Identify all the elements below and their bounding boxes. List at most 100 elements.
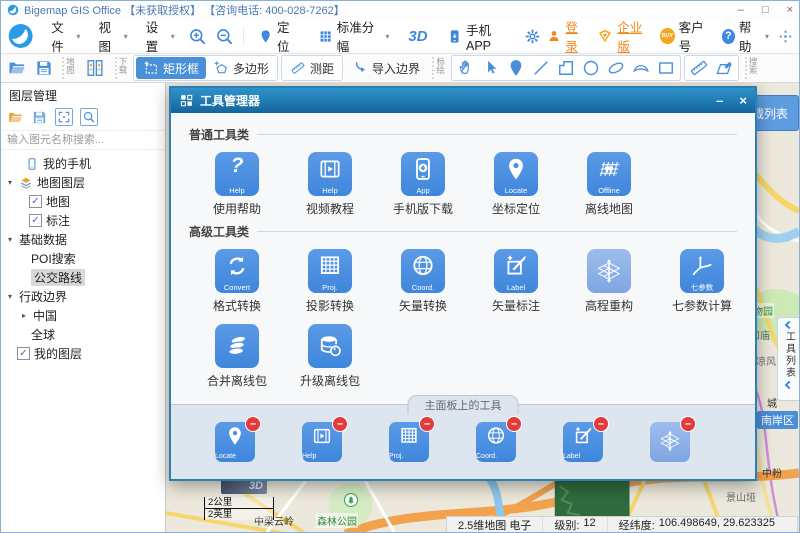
app-logo-icon [7,4,19,16]
line-tool-button[interactable] [529,56,553,80]
layer-search-input[interactable] [1,130,165,150]
panel-tool-video-help[interactable]: – Help [302,422,342,462]
menu-settings[interactable]: 设置▾ [139,17,182,55]
tool-vector-label[interactable]: Label 矢量标注 [484,249,548,314]
tool-elevation-rebuild[interactable]: 高程重构 [577,249,641,314]
tool-coordinate-locate[interactable]: Locate 坐标定位 [484,152,548,217]
label-edit-icon [572,425,594,447]
tree-item-my-phone[interactable]: 我的手机 [1,154,165,173]
chevron-left-icon [784,321,792,329]
import-boundary-button[interactable]: 导入边界 [346,57,426,79]
tree-item-poi-search[interactable]: POI搜索 [1,249,165,268]
pan-crosshair-icon[interactable] [778,28,793,45]
help-menu[interactable]: 帮助 [739,17,761,55]
add-folder-icon[interactable] [7,109,24,126]
checkbox-checked[interactable]: ✓ [29,195,42,208]
tool-vector-convert[interactable]: Coord. 矢量转换 [391,249,455,314]
tool-list-side-tab[interactable]: 工具列表 [777,317,799,401]
tree-item-bus-routes[interactable]: 公交路线 [1,268,165,287]
panel-tool-coordinate[interactable]: – Coord. [476,422,516,462]
app-logo-large-icon [7,21,34,51]
tree-item-map[interactable]: ✓ 地图 [1,192,165,211]
tree-item-my-layers[interactable]: ✓ 我的图层 [1,344,165,363]
help-icon: ?Help [215,152,259,196]
tree-item-annotation[interactable]: ✓ 标注 [1,211,165,230]
select-tool-button[interactable] [479,56,503,80]
measure-button[interactable]: 测距 [284,57,340,79]
remove-tool-button[interactable]: – [594,417,608,431]
tool-mobile-download[interactable]: App 手机版下载 [391,152,455,217]
tree-expanded-icon[interactable]: ▾ [5,292,15,301]
measure-tool-button[interactable] [687,56,711,80]
edit-shape-button[interactable] [712,56,736,80]
tool-upgrade-offline-pack[interactable]: 升级离线包 [298,324,362,389]
rect-frame-button[interactable]: 矩形框 [136,57,206,79]
panel-tool-label[interactable]: – Label [563,422,603,462]
remove-tool-button[interactable]: – [333,417,347,431]
three-d-button[interactable]: 3D [400,28,435,45]
tool-video-tutorial[interactable]: Help 视频教程 [298,152,362,217]
panel-tool-locate[interactable]: – Locate [215,422,255,462]
search-layers-button[interactable] [80,108,98,126]
pan-tool-button[interactable] [454,56,478,80]
curve-icon [631,58,651,78]
curve-tool-button[interactable] [629,56,653,80]
map-windows-button[interactable] [81,55,109,81]
checkbox-checked[interactable]: ✓ [29,214,42,227]
tree-item-map-layers[interactable]: ▾ 地图图层 [1,173,165,192]
tree-collapsed-icon[interactable]: ▸ [19,311,29,320]
polyline-tool-button[interactable] [554,56,578,80]
map-pin-icon [506,58,526,78]
polygon-button[interactable]: 多边形 [207,57,275,79]
standard-sheet-button[interactable]: 标准分幅▾ [311,17,397,55]
open-project-button[interactable] [5,56,29,80]
menu-bar: 文件▾ 视图▾ 设置▾ 定位 标准分幅▾ 3D 手机APP 登录 企业版 BUY… [1,19,799,53]
marker-tool-button[interactable] [504,56,528,80]
tool-projection-convert[interactable]: Proj. 投影转换 [298,249,362,314]
remove-tool-button[interactable]: – [681,417,695,431]
window-close-button[interactable]: × [787,5,793,16]
locate-button[interactable]: 定位 [251,17,307,55]
tool-seven-params[interactable]: 七参数 七参数计算 [670,249,734,314]
zoom-out-button[interactable] [213,25,236,48]
window-minimize-button[interactable]: – [738,5,744,16]
tree-item-base-data[interactable]: ▾ 基础数据 [1,230,165,249]
status-map-type[interactable]: 2.5维地图 电子 [447,517,542,533]
database-refresh-icon [308,324,352,368]
user-icon [547,28,561,44]
ellipse-tool-button[interactable] [604,56,628,80]
dialog-titlebar[interactable]: 工具管理器 – × [171,88,755,113]
circle-tool-button[interactable] [579,56,603,80]
enterprise-link[interactable]: 企业版 [617,17,650,55]
fit-extent-button[interactable] [55,108,73,126]
dialog-minimize-button[interactable]: – [716,94,723,107]
tool-use-help[interactable]: ?Help 使用帮助 [205,152,269,217]
tree-item-china[interactable]: ▸ 中国 [1,306,165,325]
settings-gear-button[interactable] [522,26,543,47]
remove-tool-button[interactable]: – [420,417,434,431]
save-layers-icon[interactable] [31,109,48,126]
rectangle-tool-button[interactable] [654,56,678,80]
save-project-button[interactable] [32,56,56,80]
mobile-app-button[interactable]: 手机APP [440,20,519,53]
remove-tool-button[interactable]: – [507,417,521,431]
tree-expanded-icon[interactable]: ▾ [5,178,15,187]
menu-view[interactable]: 视图▾ [91,17,134,55]
customer-id-button[interactable]: 客户号 [679,17,712,55]
dialog-close-button[interactable]: × [739,94,747,107]
tree-item-global[interactable]: 全球 [1,325,165,344]
remove-tool-button[interactable]: – [246,417,260,431]
window-maximize-button[interactable]: □ [762,5,769,16]
tree-item-admin-boundary[interactable]: ▾ 行政边界 [1,287,165,306]
tool-merge-offline-pack[interactable]: 合并离线包 [205,324,269,389]
tool-format-convert[interactable]: Convert 格式转换 [205,249,269,314]
tool-offline-map[interactable]: Offline 离线地图 [577,152,641,217]
checkbox-checked[interactable]: ✓ [17,347,30,360]
tool-list-tab-label: 工具列表 [784,331,794,379]
tree-expanded-icon[interactable]: ▾ [5,235,15,244]
menu-file[interactable]: 文件▾ [44,17,87,55]
zoom-in-button[interactable] [186,25,209,48]
panel-tool-elevation[interactable]: – [650,422,690,462]
panel-tool-projection[interactable]: – Proj. [389,422,429,462]
login-link[interactable]: 登录 [565,17,587,55]
